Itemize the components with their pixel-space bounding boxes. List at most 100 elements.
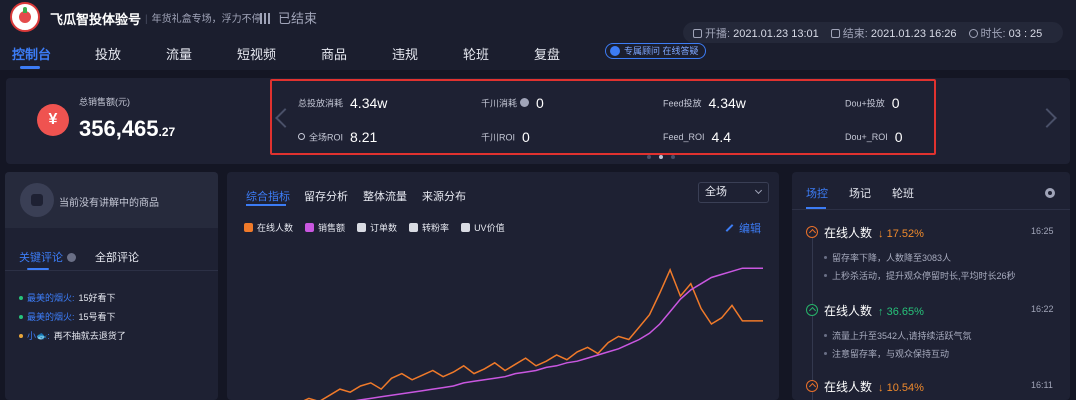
metrics-highlight-box: 总投放消耗 4.34w 千川消耗 0 Feed投放 4.34w Dou+投放 0 全场R… [270,79,936,155]
status-dot [19,296,23,300]
comment-text: 15好看下 [78,293,116,303]
timeline-line [812,238,813,400]
scope-select[interactable]: 全场 [698,182,769,203]
chart-legend: 在线人数 销售额 订单数 转粉率 UV价值 [244,219,517,233]
gear-icon[interactable] [1045,188,1055,198]
help-icon[interactable] [67,253,76,262]
event-desc: 上秒杀活动，提升观众停留时长,平均时长26秒 [824,269,1016,282]
clock-icon [968,28,978,38]
tab-overall-traffic[interactable]: 整体流量 [363,188,407,204]
comment-text: 再不抽就去退货了 [53,331,126,341]
event-time: 16:11 [1031,380,1053,390]
duration: 03 : 25 [1008,27,1043,40]
event-time: 16:25 [1031,226,1054,236]
tab-source-distribution[interactable]: 来源分布 [422,188,466,204]
legend-swatch [305,223,315,233]
line-chart [303,267,763,400]
tab-retention[interactable]: 留存分析 [304,188,348,204]
tab-overall-metrics[interactable]: 综合指标 [246,188,290,204]
event-desc: 留存率下降，人数降至3083人 [824,251,951,264]
event-title: 在线人数 [824,304,873,318]
comment-user: 小🐟: [27,331,50,341]
status-dot [19,334,23,338]
tab-all-comments[interactable]: 全部评论 [95,249,139,265]
status-dot [19,315,23,319]
info-icon[interactable] [520,98,530,108]
nav-short-video[interactable]: 短视频 [237,44,276,63]
comments-panel: 当前没有讲解中的商品 关键评论 全部评论 最美的烟火: 15好看下 最美的烟火: 15… [5,172,218,400]
metric-feed-spend: Feed投放 4.34w [663,94,746,111]
total-sales-decimal: .27 [158,125,176,139]
legend-swatch [461,223,471,233]
control-panel: 场控 场记 轮班 在线人数 ↓ 17.52% 16:25 留存率下降，人数降至3083… [792,172,1070,400]
divider [5,270,218,271]
event-change: ↓ 17.52% [878,228,924,240]
total-sales-value: 356,465.27 [79,116,175,142]
nav-review[interactable]: 复盘 [534,44,560,63]
shop-name: 飞瓜智投体验号 [50,12,142,27]
event-change: ↓ 10.54% [878,382,924,394]
trend-down-icon [806,380,818,392]
event-title: 在线人数 [824,380,873,394]
live-status: 已结束 [260,8,317,27]
duration-group: 时长: 03 : 25 [968,25,1043,41]
trend-up-icon [806,304,818,316]
legend-swatch [244,223,253,233]
chevron-down-icon [754,186,763,195]
nav-console[interactable]: 控制台 [12,44,51,63]
carousel-dot[interactable] [671,155,675,159]
nav-shifts[interactable]: 轮班 [463,44,489,63]
metric-dou-roi: Dou+_ROI 0 [845,128,903,145]
main-nav: 控制台 投放 流量 短视频 商品 违规 轮班 复盘 [0,42,700,70]
product-placeholder-icon [20,183,54,217]
total-sales-label: 总销售额(元) [79,97,130,107]
advisor-label: 专属顾问 在线答疑 [624,46,699,56]
nav-violations[interactable]: 违规 [392,44,418,63]
top-bar: 飞瓜智投体验号 年货礼盒专场，浮力不停 已结束 开播: 2021.01.23 1… [0,0,1076,70]
roi-icon [298,133,305,141]
end-time-group: 结束: 2021.01.23 16:26 [830,25,957,41]
live-status-label: 已结束 [278,11,318,26]
metric-dou-spend: Dou+投放 0 [845,94,900,111]
event-change: ↑ 36.65% [878,306,924,318]
event-time: 16:22 [1031,304,1054,314]
total-sales-integer: 356,465 [79,116,159,141]
calendar-icon [830,28,840,38]
advisor-button[interactable]: 专属顾问 在线答疑 [605,43,706,59]
comment-item: 最美的烟火: 15号看下 [19,310,116,323]
shop-logo [10,2,40,32]
yen-icon: ¥ [37,104,69,136]
no-product-text: 当前没有讲解中的商品 [59,198,159,209]
chat-icon [610,46,620,56]
comment-item: 最美的烟火: 15好看下 [19,291,116,304]
comment-user: 最美的烟火: [27,312,75,322]
tab-field-notes[interactable]: 场记 [849,185,871,201]
legend-swatch [357,223,367,233]
tab-key-comments[interactable]: 关键评论 [19,249,76,265]
comment-item: 小🐟: 再不抽就去退货了 [19,329,126,342]
current-product-card: 当前没有讲解中的商品 [5,172,218,228]
comment-user: 最美的烟火: [27,293,75,303]
nav-products[interactable]: 商品 [321,44,347,63]
nav-ads[interactable]: 投放 [95,44,121,63]
live-time-info: 开播: 2021.01.23 13:01 结束: 2021.01.23 16:2… [683,22,1063,43]
nav-traffic[interactable]: 流量 [166,44,192,63]
event-desc: 流量上升至3542人,请持续活跃气氛 [824,329,972,342]
tab-field-control[interactable]: 场控 [806,185,828,201]
calendar-icon [693,28,702,38]
carousel-next-icon[interactable] [1042,108,1056,130]
carousel-dot[interactable] [647,155,651,159]
end-time: 2021.01.23 16:26 [870,27,957,40]
event-desc: 注意留存率，与观众保持互动 [824,347,949,360]
legend-swatch [409,223,419,233]
nav-active-indicator [20,66,40,69]
sales-card: ¥ 总销售额(元) 356,465.27 总投放消耗 4.34w 千川消耗 0 Fe… [6,78,1070,164]
comment-text: 15号看下 [78,312,116,322]
shop-tag: 年货礼盒专场，浮力不停 [145,10,262,25]
series-line-0 [303,267,763,400]
metric-qianchuan-roi: 千川ROI 0 [481,128,530,145]
tab-shifts[interactable]: 轮班 [892,185,914,201]
carousel-dots [647,155,687,159]
bar-chart-icon [260,13,272,24]
carousel-dot[interactable] [659,155,663,159]
